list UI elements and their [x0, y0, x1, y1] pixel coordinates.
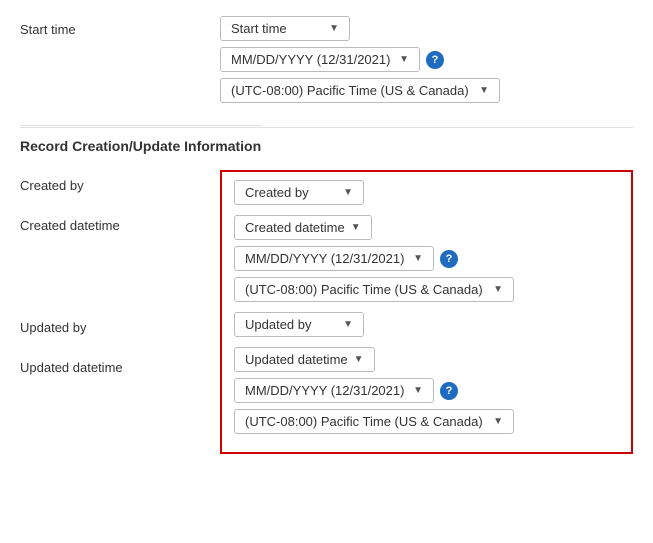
created-by-dropdown-arrow: ▼ [343, 187, 353, 198]
created-datetime-dropdown-arrow: ▼ [351, 222, 361, 233]
created-datetime-help-icon[interactable]: ? [440, 250, 458, 268]
start-time-help-icon[interactable]: ? [426, 51, 444, 69]
start-time-row: Start time Start time ▼ MM/DD/YYYY (12/3… [20, 10, 633, 109]
updated-datetime-dropdown-label: Updated datetime [245, 352, 348, 367]
start-time-date-value: MM/DD/YYYY (12/31/2021) [231, 52, 390, 67]
created-datetime-control: Created datetime ▼ MM/DD/YYYY (12/31/202… [234, 215, 619, 302]
created-datetime-date-row: MM/DD/YYYY (12/31/2021) ▼ ? [234, 246, 619, 271]
created-by-control: Created by ▼ [234, 180, 619, 205]
start-time-tz-arrow: ▼ [479, 85, 489, 96]
updated-datetime-dropdown-arrow: ▼ [354, 354, 364, 365]
created-datetime-dropdown[interactable]: Created datetime ▼ [234, 215, 372, 240]
updated-datetime-date-value: MM/DD/YYYY (12/31/2021) [245, 383, 404, 398]
created-by-label: Created by [20, 170, 220, 208]
created-datetime-date-arrow: ▼ [413, 253, 423, 264]
start-time-date-row: MM/DD/YYYY (12/31/2021) ▼ ? [220, 47, 633, 72]
record-labels-column: Created by Created datetime Updated by U… [20, 170, 220, 454]
start-time-controls: Start time ▼ MM/DD/YYYY (12/31/2021) ▼ ?… [220, 16, 633, 103]
created-datetime-tz-dropdown[interactable]: (UTC-08:00) Pacific Time (US & Canada) ▼ [234, 277, 514, 302]
start-time-date-arrow: ▼ [399, 54, 409, 65]
updated-datetime-date-dropdown[interactable]: MM/DD/YYYY (12/31/2021) ▼ [234, 378, 434, 403]
start-time-dropdown[interactable]: Start time ▼ [220, 16, 350, 41]
updated-by-dropdown-label: Updated by [245, 317, 312, 332]
updated-by-dropdown-arrow: ▼ [343, 319, 353, 330]
record-section-header-row: Record Creation/Update Information [20, 127, 633, 160]
updated-datetime-dropdown[interactable]: Updated datetime ▼ [234, 347, 375, 372]
start-time-dropdown-arrow: ▼ [329, 23, 339, 34]
created-by-dropdown[interactable]: Created by ▼ [234, 180, 364, 205]
created-datetime-tz-arrow: ▼ [493, 284, 503, 295]
created-by-dropdown-label: Created by [245, 185, 309, 200]
updated-by-dropdown[interactable]: Updated by ▼ [234, 312, 364, 337]
updated-datetime-date-arrow: ▼ [413, 385, 423, 396]
record-section-header: Record Creation/Update Information [20, 125, 261, 162]
updated-datetime-tz-value: (UTC-08:00) Pacific Time (US & Canada) [245, 414, 483, 429]
start-time-tz-value: (UTC-08:00) Pacific Time (US & Canada) [231, 83, 469, 98]
updated-datetime-control: Updated datetime ▼ MM/DD/YYYY (12/31/202… [234, 347, 619, 434]
record-section-layout: Created by Created datetime Updated by U… [20, 170, 633, 454]
updated-by-label: Updated by [20, 312, 220, 350]
created-datetime-dropdown-label: Created datetime [245, 220, 345, 235]
record-red-border: Created by ▼ Created datetime ▼ MM/DD/YY… [220, 170, 633, 454]
start-time-dropdown-label: Start time [231, 21, 287, 36]
start-time-tz-dropdown[interactable]: (UTC-08:00) Pacific Time (US & Canada) ▼ [220, 78, 500, 103]
created-datetime-date-value: MM/DD/YYYY (12/31/2021) [245, 251, 404, 266]
record-section: Record Creation/Update Information Creat… [20, 123, 633, 454]
created-datetime-tz-value: (UTC-08:00) Pacific Time (US & Canada) [245, 282, 483, 297]
updated-datetime-help-icon[interactable]: ? [440, 382, 458, 400]
start-time-section: Start time Start time ▼ MM/DD/YYYY (12/3… [20, 10, 633, 109]
updated-datetime-date-row: MM/DD/YYYY (12/31/2021) ▼ ? [234, 378, 619, 403]
updated-by-control: Updated by ▼ [234, 312, 619, 337]
created-datetime-date-dropdown[interactable]: MM/DD/YYYY (12/31/2021) ▼ [234, 246, 434, 271]
updated-datetime-tz-arrow: ▼ [493, 416, 503, 427]
updated-datetime-tz-dropdown[interactable]: (UTC-08:00) Pacific Time (US & Canada) ▼ [234, 409, 514, 434]
start-time-label: Start time [20, 16, 220, 37]
created-datetime-label: Created datetime [20, 210, 220, 310]
updated-datetime-label: Updated datetime [20, 352, 220, 452]
start-time-date-dropdown[interactable]: MM/DD/YYYY (12/31/2021) ▼ [220, 47, 420, 72]
